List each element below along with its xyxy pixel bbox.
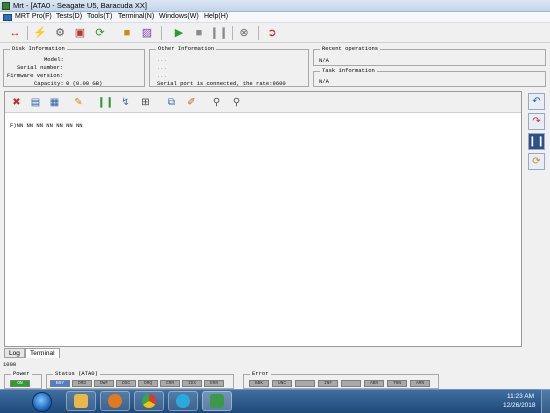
folder-icon xyxy=(74,394,88,408)
error-led-inf: INF xyxy=(318,380,338,387)
status-title: Status (ATA0) xyxy=(53,370,100,377)
capacity-label: Capacity: xyxy=(34,80,64,87)
menu-windows[interactable]: Windows(W) xyxy=(159,13,199,20)
other-information-title: Other Information xyxy=(156,45,217,52)
status-led-drq: DRQ xyxy=(138,380,158,387)
taskbar-explorer[interactable] xyxy=(66,391,96,411)
editor-toolbar: ✖ ▤ ▦ ✎ ❙❙ ↯ ⊞ ⧉ ✐ ⚲ ⚲ xyxy=(5,92,521,113)
play-icon[interactable]: ▶ xyxy=(172,26,186,40)
main-toolbar: ↔ ⚡ ⚙ ▣ ⟳ ■ ▨ ▶ ■ ❙❙ ⊗ ➲ xyxy=(0,23,550,43)
error-led-blank-1 xyxy=(295,380,315,387)
menu-terminal[interactable]: Terminal(N) xyxy=(118,13,154,20)
toolbar-separator xyxy=(258,26,259,40)
menu-tools[interactable]: Tools(T) xyxy=(87,13,112,20)
export-icon[interactable]: ⊞ xyxy=(139,96,152,109)
disk-information-title: Disk Information xyxy=(10,45,67,52)
settings-icon[interactable]: ⚙ xyxy=(53,26,67,40)
taskbar-mrt[interactable] xyxy=(202,391,232,411)
other-info-line-3: ... xyxy=(157,72,167,79)
error-led-bbk: BBK xyxy=(249,380,269,387)
start-button[interactable] xyxy=(32,392,52,412)
task-information-panel: Task information xyxy=(313,67,546,87)
chrome-icon xyxy=(142,394,156,408)
chip-icon[interactable]: ▣ xyxy=(73,26,87,40)
power-led: ON xyxy=(10,380,30,387)
menu-mrt-pro[interactable]: MRT Pro(F) xyxy=(15,13,52,20)
serial-number-label: Serial number: xyxy=(17,64,64,71)
recent-operations-panel: Recent operations xyxy=(313,45,546,66)
taskbar-chrome[interactable] xyxy=(134,391,164,411)
box-icon[interactable]: ■ xyxy=(120,26,134,40)
status-led-bsy: BSY xyxy=(50,380,70,387)
error-led-t0n: T0N xyxy=(387,380,407,387)
copy-icon[interactable]: ⧉ xyxy=(165,96,178,109)
cancel-icon[interactable]: ⊗ xyxy=(237,26,251,40)
recent-operations-title: Recent operations xyxy=(320,45,381,52)
error-led-unc: UNC xyxy=(272,380,292,387)
capacity-value: 0 (0.00 GB) xyxy=(66,80,103,87)
status-led-dwf: DWF xyxy=(94,380,114,387)
menu-bar: MRT Pro(F) Tests(D) Tools(T) Terminal(N)… xyxy=(0,12,550,23)
skype-icon xyxy=(176,394,190,408)
toolbar-separator xyxy=(27,26,28,40)
status-led-err: ERR xyxy=(204,380,224,387)
media-player-icon xyxy=(108,394,122,408)
edit-icon[interactable]: ✎ xyxy=(72,96,85,109)
line-counter: 1000 xyxy=(3,361,17,368)
recover-icon[interactable]: ⟳ xyxy=(93,26,107,40)
undo-icon[interactable]: ↶ xyxy=(528,93,545,110)
show-desktop-button[interactable] xyxy=(541,389,550,413)
stop-icon[interactable]: ❙❙ xyxy=(528,133,545,150)
taskbar-media-player[interactable] xyxy=(100,391,130,411)
other-info-line-2: ... xyxy=(157,64,167,71)
terminal-editor[interactable] xyxy=(4,91,522,347)
save-icon[interactable]: ▤ xyxy=(29,96,42,109)
other-info-line-1: ... xyxy=(157,56,167,63)
tab-terminal[interactable]: Terminal xyxy=(25,348,60,358)
menu-help[interactable]: Help(H) xyxy=(204,13,228,20)
window-title: Mrt - [ATA0 - Seagate U5, Baracuda XX] xyxy=(13,1,147,10)
recent-operations-value: N/A xyxy=(319,57,329,64)
taskbar-skype[interactable] xyxy=(168,391,198,411)
error-led-abr: ABR xyxy=(364,380,384,387)
toolbar-separator xyxy=(161,26,162,40)
model-label: Model: xyxy=(44,56,64,63)
menu-app-icon xyxy=(3,14,12,21)
task-information-value: N/A xyxy=(319,78,329,85)
find-icon[interactable]: ⚲ xyxy=(210,96,223,109)
menu-tests[interactable]: Tests(D) xyxy=(56,13,82,20)
clock-date[interactable]: 12/26/2018 xyxy=(503,402,536,409)
power-icon[interactable]: ⚡ xyxy=(33,26,47,40)
terminal-output: F)NN NN NN NN NN NN NN xyxy=(10,122,83,129)
exit-icon[interactable]: ➲ xyxy=(265,26,279,40)
status-led-idx: IDX xyxy=(182,380,202,387)
clear-icon[interactable]: ✖ xyxy=(10,96,23,109)
status-led-crr: CRR xyxy=(160,380,180,387)
error-led-amn: AMN xyxy=(410,380,430,387)
status-led-drd: DRD xyxy=(72,380,92,387)
tab-log[interactable]: Log xyxy=(4,348,25,358)
power-title: Power xyxy=(11,370,32,377)
run-icon[interactable]: ⟳ xyxy=(528,153,545,170)
mrt-app-icon xyxy=(210,394,224,408)
package-icon[interactable]: ▨ xyxy=(140,26,154,40)
error-led-blank-2 xyxy=(341,380,361,387)
pause-icon[interactable]: ❙❙ xyxy=(97,96,114,109)
connect-icon[interactable]: ↔ xyxy=(8,26,22,40)
status-led-dsc: DSC xyxy=(116,380,136,387)
error-title: Error xyxy=(250,370,271,377)
save-as-icon[interactable]: ▦ xyxy=(48,96,61,109)
branch-icon[interactable]: ↯ xyxy=(119,96,132,109)
brush-icon[interactable]: ✐ xyxy=(185,96,198,109)
stop-icon[interactable]: ■ xyxy=(192,26,206,40)
serial-port-status: Serial port is connected, the rate:9600 xyxy=(157,80,286,87)
task-information-title: Task information xyxy=(320,67,377,74)
toolbar-separator xyxy=(232,26,233,40)
clock-time[interactable]: 11:23 AM xyxy=(507,393,534,400)
pause-icon[interactable]: ❙❙ xyxy=(210,26,228,40)
firmware-version-label: Firmware version: xyxy=(7,72,64,79)
app-icon xyxy=(2,2,10,10)
redo-icon[interactable]: ↷ xyxy=(528,113,545,130)
find-next-icon[interactable]: ⚲ xyxy=(230,96,243,109)
